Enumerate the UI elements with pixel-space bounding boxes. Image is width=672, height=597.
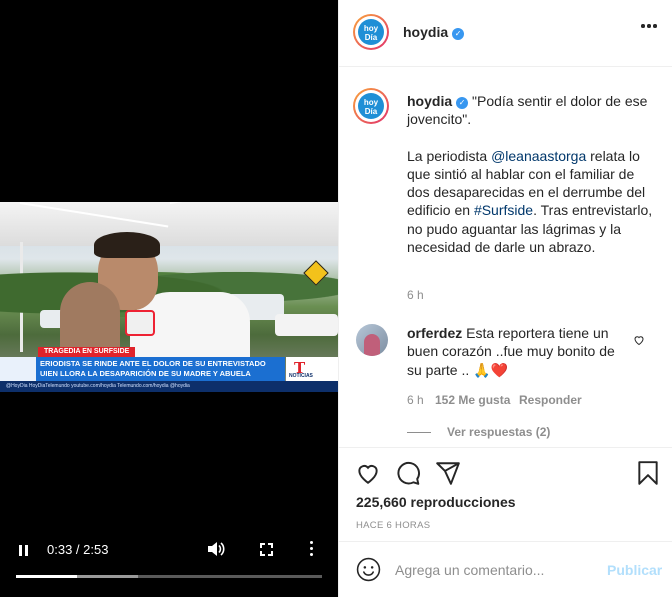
verified-icon: ✓ xyxy=(452,28,465,40)
comment-icon[interactable] xyxy=(395,460,421,486)
like-icon[interactable] xyxy=(355,460,381,486)
avatar[interactable]: hoy Día xyxy=(353,14,389,50)
post-sidebar: hoy Día hoydia ✓ hoy Día hoydia ✓ "Podía s… xyxy=(338,0,672,597)
lower-third-headline-1: ERIODISTA SE RINDE ANTE EL DOLOR DE SU E… xyxy=(40,359,266,368)
comment-composer: Publicar xyxy=(339,541,672,597)
more-options-icon[interactable] xyxy=(309,540,315,558)
time-display: 0:33 / 2:53 xyxy=(47,542,109,557)
view-count[interactable]: 225,660 reproducciones xyxy=(356,494,516,510)
comment-emojis: 🙏❤️ xyxy=(473,361,509,378)
video-player[interactable]: TRAGEDIA EN SURFSIDE ERIODISTA SE RINDE … xyxy=(0,0,338,597)
emoji-icon[interactable] xyxy=(356,557,381,582)
fullscreen-icon[interactable] xyxy=(260,543,273,556)
post-caption: hoydia ✓ "Podía sentir el dolor de ese jo… xyxy=(407,93,653,256)
comment-time[interactable]: 6 h xyxy=(407,393,424,407)
commenter-username[interactable]: orferdez xyxy=(407,325,462,341)
pause-button[interactable] xyxy=(16,543,32,559)
view-replies[interactable]: Ver respuestas (2) xyxy=(407,425,550,439)
share-icon[interactable] xyxy=(435,460,461,486)
caption-time[interactable]: 6 h xyxy=(407,288,424,302)
save-icon[interactable] xyxy=(635,460,661,486)
hashtag-link[interactable]: #Surfside xyxy=(474,202,533,218)
video-frame[interactable]: TRAGEDIA EN SURFSIDE ERIODISTA SE RINDE … xyxy=(0,202,338,392)
verified-icon: ✓ xyxy=(456,97,469,109)
avatar-logo: hoy Día xyxy=(358,19,384,45)
comment-like-icon[interactable] xyxy=(633,333,645,346)
commenter-avatar[interactable] xyxy=(356,324,388,356)
post-header: hoy Día hoydia ✓ xyxy=(339,0,672,67)
comment-input[interactable] xyxy=(395,560,595,580)
played-bar xyxy=(16,575,78,578)
header-username[interactable]: hoydia xyxy=(403,24,448,40)
news-lower-third: TRAGEDIA EN SURFSIDE ERIODISTA SE RINDE … xyxy=(0,347,338,392)
network-logo: T NOTICIAS xyxy=(286,357,338,381)
more-icon[interactable] xyxy=(641,24,657,28)
video-controls: 0:33 / 2:53 xyxy=(0,538,338,597)
caption-avatar[interactable]: hoy Día xyxy=(353,88,389,124)
post-age[interactable]: HACE 6 HORAS xyxy=(356,520,430,531)
action-bar xyxy=(339,447,672,497)
publish-button[interactable]: Publicar xyxy=(607,562,662,578)
volume-icon[interactable] xyxy=(207,541,225,561)
caption-username[interactable]: hoydia xyxy=(407,93,452,109)
microphone xyxy=(125,310,155,336)
reply-button[interactable]: Responder xyxy=(519,393,582,407)
video-progress-bar[interactable] xyxy=(16,575,322,578)
lower-third-footer: @HoyDia HoyDiaTelemundo youtube.com/hoyd… xyxy=(0,381,338,392)
comment-text: orferdez Esta reportera tiene un buen co… xyxy=(407,325,615,378)
mention-link[interactable]: @leanaastorga xyxy=(491,148,586,164)
lower-third-headline-2: UIEN LLORA LA DESAPARICIÓN DE SU MADRE Y… xyxy=(40,369,251,378)
lower-third-tag: TRAGEDIA EN SURFSIDE xyxy=(38,347,136,357)
comment-likes[interactable]: 152 Me gusta xyxy=(435,393,510,407)
